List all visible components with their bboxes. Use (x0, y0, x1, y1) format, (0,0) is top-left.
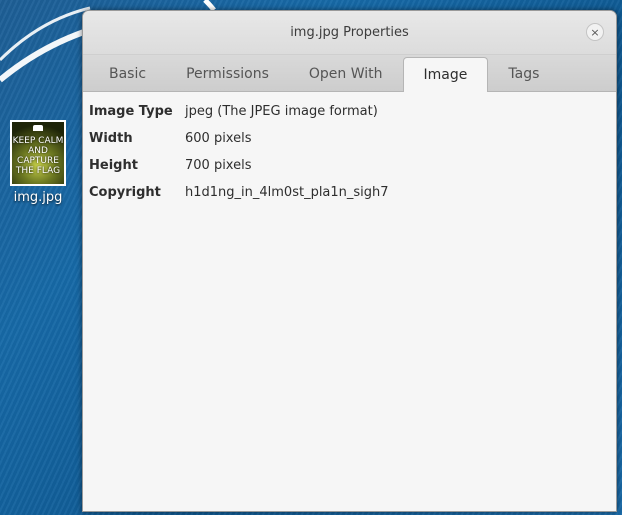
tab-basic[interactable]: Basic (89, 55, 166, 91)
properties-dialog: img.jpg Properties × Basic Permissions O… (82, 10, 617, 512)
window-title: img.jpg Properties (290, 25, 409, 40)
desktop: KEEP CALM AND CAPTURE THE FLAG img.jpg i… (0, 0, 622, 515)
close-button[interactable]: × (586, 23, 604, 41)
tab-image[interactable]: Image (402, 57, 489, 92)
property-row-image-type: Image Type jpeg (The JPEG image format) (89, 98, 616, 125)
image-thumbnail: KEEP CALM AND CAPTURE THE FLAG (10, 120, 66, 186)
property-key: Image Type (89, 104, 173, 119)
image-properties-panel: Image Type jpeg (The JPEG image format) … (83, 92, 616, 206)
property-row-width: Width 600 pixels (89, 125, 616, 152)
property-key: Copyright (89, 185, 161, 200)
tab-tags[interactable]: Tags (488, 55, 559, 91)
property-value: 700 pixels (185, 158, 252, 173)
property-row-height: Height 700 pixels (89, 152, 616, 179)
thumbnail-text: KEEP CALM AND CAPTURE THE FLAG (12, 136, 64, 176)
property-value: h1d1ng_in_4lm0st_pla1n_sigh7 (185, 185, 389, 200)
property-value: 600 pixels (185, 131, 252, 146)
property-row-copyright: Copyright h1d1ng_in_4lm0st_pla1n_sigh7 (89, 179, 616, 206)
desktop-file-img-jpg[interactable]: KEEP CALM AND CAPTURE THE FLAG img.jpg (6, 120, 70, 205)
tab-permissions[interactable]: Permissions (166, 55, 289, 91)
property-key: Height (89, 158, 138, 173)
property-value: jpeg (The JPEG image format) (185, 104, 378, 119)
tab-bar: Basic Permissions Open With Image Tags (83, 55, 616, 92)
tab-open-with[interactable]: Open With (289, 55, 403, 91)
desktop-icon-label: img.jpg (13, 190, 63, 205)
crown-icon (33, 125, 43, 131)
titlebar[interactable]: img.jpg Properties × (83, 11, 616, 55)
property-key: Width (89, 131, 133, 146)
